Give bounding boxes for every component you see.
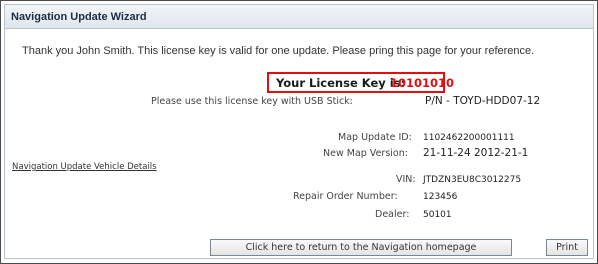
dealer-value: 50101: [423, 210, 452, 220]
window-frame: Navigation Update Wizard Thank you John …: [0, 0, 598, 264]
title-bar: Navigation Update Wizard: [5, 5, 593, 29]
repair-order-label: Repair Order Number:: [293, 191, 398, 202]
map-version-value: 21-11-24 2012-21-1: [423, 147, 529, 159]
vin-value: JTDZN3EU8C3012275: [423, 175, 522, 185]
license-key-label: Your License Key is:: [276, 76, 406, 90]
repair-order-value: 123456: [423, 192, 458, 202]
license-key-value: 10101010: [390, 76, 455, 90]
vin-label: VIN:: [396, 174, 416, 185]
usb-stick-value: P/N - TOYD-HDD07-12: [425, 95, 541, 107]
license-key-box: Your License Key is: 10101010: [267, 72, 454, 93]
map-version-label: New Map Version:: [323, 148, 408, 159]
thank-you-message: Thank you John Smith. This license key i…: [22, 45, 535, 57]
window-title: Navigation Update Wizard: [11, 11, 147, 23]
print-button[interactable]: Print: [546, 239, 588, 256]
return-home-button[interactable]: Click here to return to the Navigation h…: [210, 239, 512, 256]
map-update-id-label: Map Update ID:: [338, 132, 412, 143]
wizard-panel: Navigation Update Wizard Thank you John …: [4, 4, 594, 259]
usb-stick-label: Please use this license key with USB Sti…: [151, 96, 353, 107]
vehicle-details-link[interactable]: Navigation Update Vehicle Details: [12, 162, 157, 172]
dealer-label: Dealer:: [375, 209, 410, 220]
map-update-id-value: 1102462200001111: [423, 133, 515, 143]
